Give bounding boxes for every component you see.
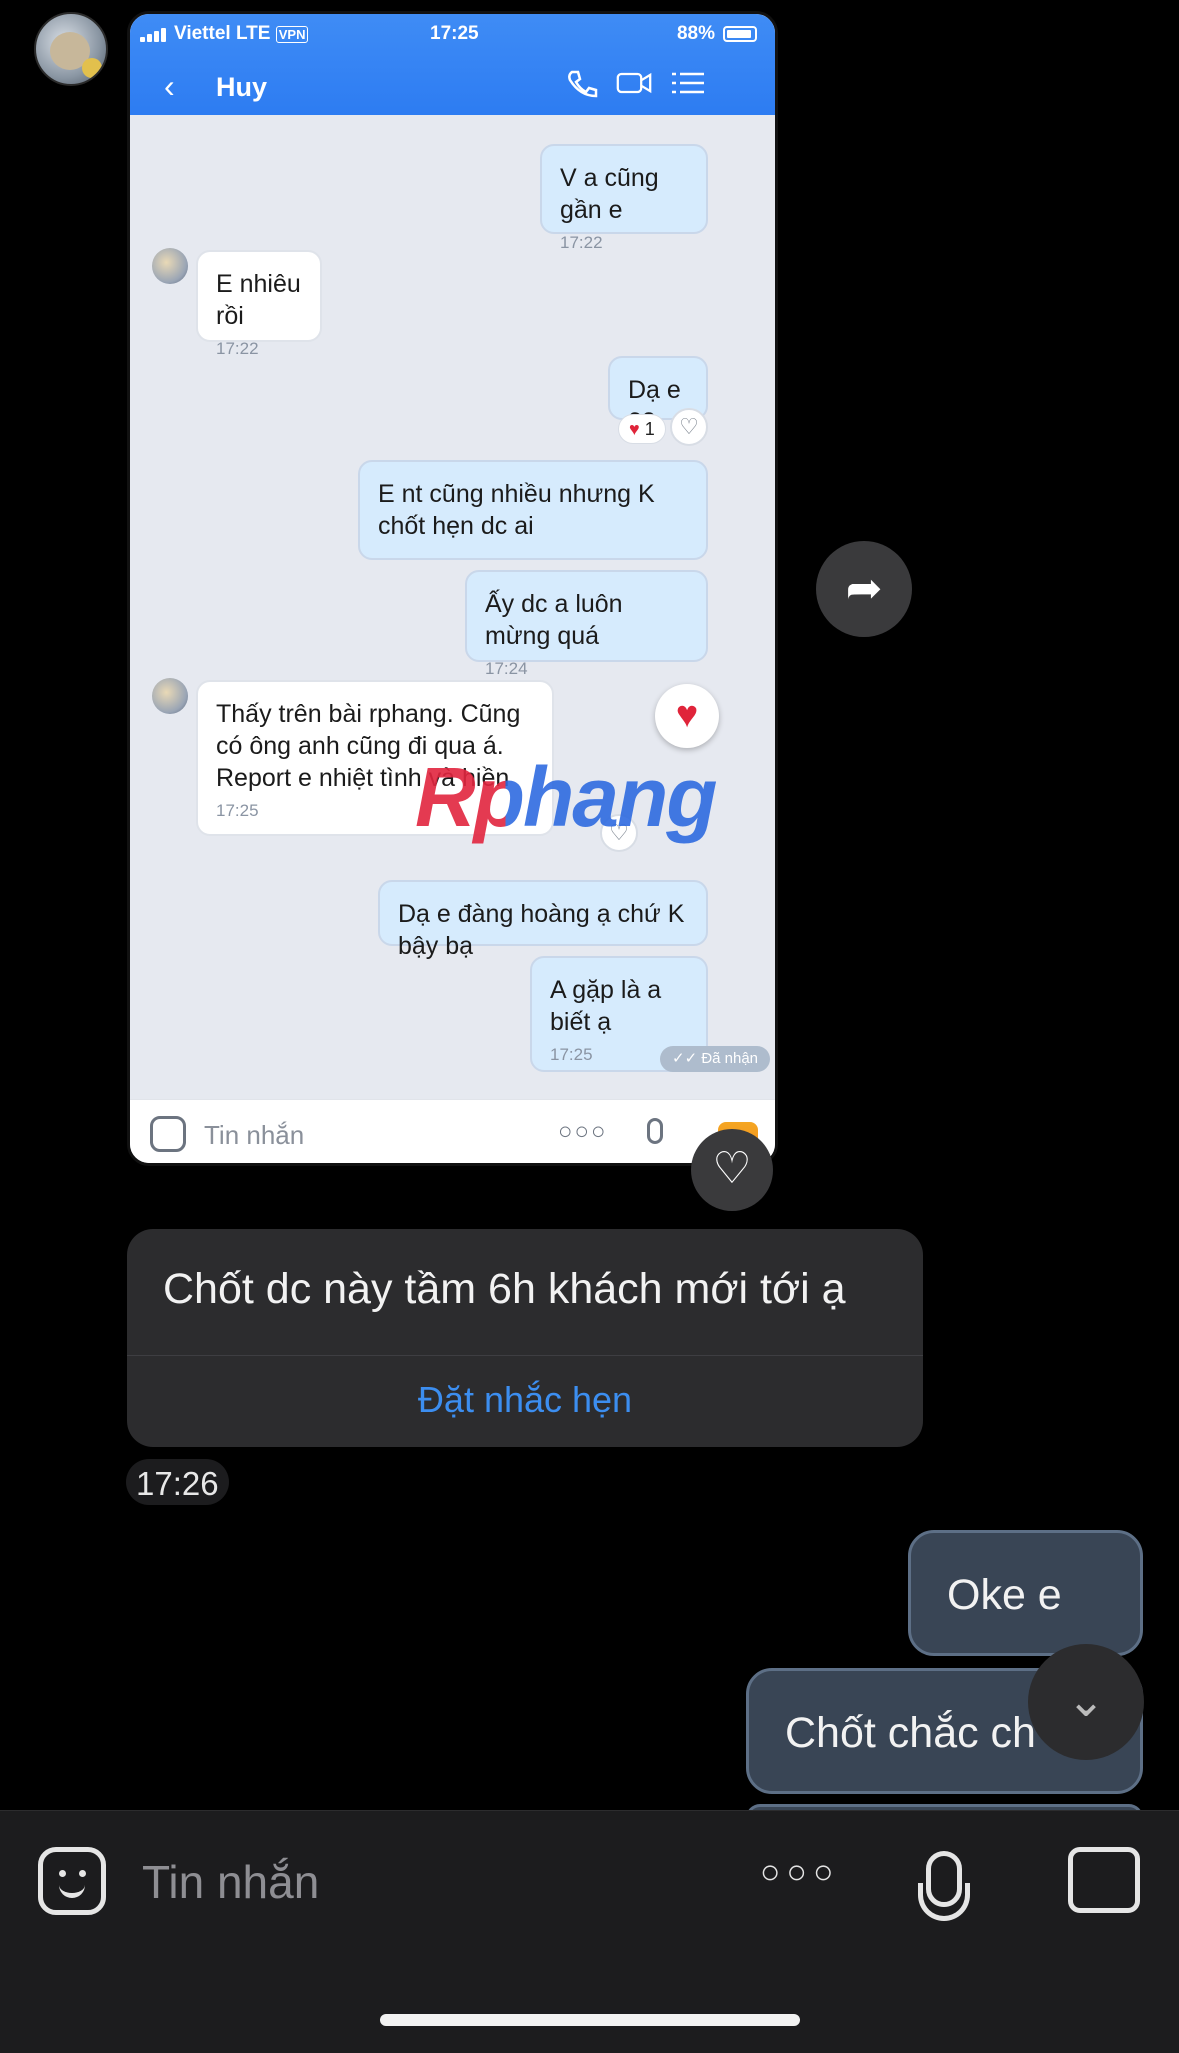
heart-icon[interactable]: ♡	[670, 408, 708, 446]
sender-avatar	[152, 248, 188, 284]
image-icon[interactable]	[1068, 1847, 1140, 1913]
carrier-label: Viettel LTE VPN	[174, 23, 309, 45]
battery-percent: 88%	[676, 23, 715, 44]
scroll-down-icon[interactable]: ⌄	[1028, 1644, 1144, 1760]
embedded-status-bar: Viettel LTE VPN 17:25 88%	[130, 14, 775, 52]
share-icon[interactable]: ➦	[816, 541, 912, 637]
set-reminder-button[interactable]: Đặt nhắc hẹn	[127, 1379, 923, 1421]
message-bubble: V a cũng gần e 17:22	[540, 144, 708, 252]
message-timestamp: 17:26	[126, 1459, 229, 1505]
signal-icon	[140, 26, 168, 42]
reaction-count[interactable]: ♥ 1	[618, 414, 666, 444]
mic-stand	[918, 1883, 970, 1921]
embedded-nav: ‹ Huy	[130, 60, 775, 110]
heart-icon[interactable]: ♡	[691, 1129, 773, 1211]
message-input[interactable]: Tin nhắn	[142, 1855, 319, 1909]
menu-icon	[672, 72, 704, 94]
emoji-icon	[150, 1116, 186, 1152]
video-icon	[616, 72, 652, 94]
embedded-input-bar: Tin nhắn ○○○	[130, 1099, 775, 1163]
message-bubble: Ấy dc a luôn mừng quá 17:24	[465, 570, 708, 678]
status-time: 17:25	[430, 23, 479, 44]
sender-avatar	[152, 678, 188, 714]
outgoing-message[interactable]: Oke e	[908, 1530, 1143, 1656]
watermark-logo: Rphang	[415, 750, 718, 844]
embedded-input-placeholder: Tin nhắn	[204, 1120, 305, 1150]
message-bubble: E nt cũng nhiều nhưng K chốt hẹn dc ai	[358, 460, 708, 560]
divider	[127, 1355, 923, 1356]
quoted-message-bubble[interactable]: Chốt dc này tầm 6h khách mới tới ạ Đặt n…	[127, 1229, 923, 1447]
battery-icon	[723, 26, 757, 42]
contact-avatar[interactable]	[34, 12, 108, 86]
back-icon: ‹	[164, 68, 175, 104]
shared-screenshot[interactable]: Viettel LTE VPN 17:25 88% ‹ Huy V a cũng…	[127, 11, 778, 1166]
more-icon[interactable]: ○○○	[760, 1853, 840, 1892]
received-badge: ✓✓ Đã nhận	[660, 1046, 771, 1072]
message-bubble: E nhiêu rồi 17:22	[196, 250, 322, 358]
embedded-header: Viettel LTE VPN 17:25 88% ‹ Huy	[130, 14, 775, 115]
emoji-icon[interactable]	[38, 1847, 106, 1915]
message-bubble: Dạ e đàng hoàng ạ chứ K bậy bạ	[378, 880, 708, 960]
contact-name: Huy	[216, 72, 268, 102]
more-icon: ○○○	[558, 1118, 608, 1145]
message-text: Chốt dc này tầm 6h khách mới tới ạ	[163, 1265, 846, 1313]
home-indicator[interactable]	[380, 2014, 800, 2026]
heart-reaction-icon[interactable]: ♥	[655, 684, 719, 748]
mic-icon	[647, 1118, 663, 1144]
phone-icon	[568, 70, 598, 98]
